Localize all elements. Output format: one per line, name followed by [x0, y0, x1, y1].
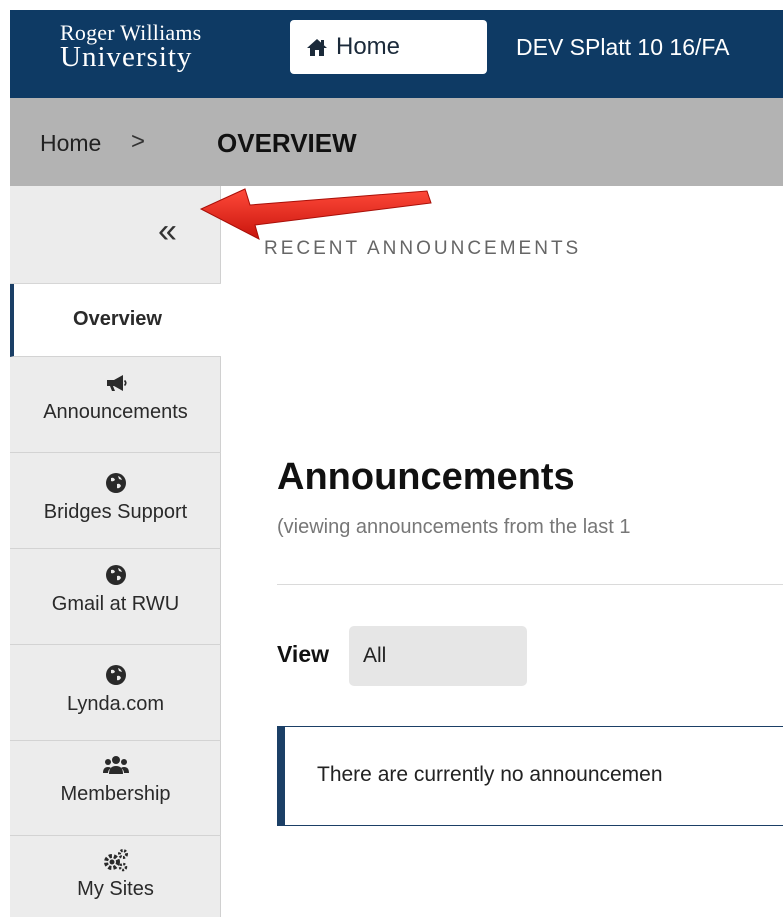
house-icon [307, 39, 327, 56]
sidebar-item-label: Overview [73, 308, 162, 330]
breadcrumb-separator: > [131, 128, 146, 155]
empty-announcements-notice: There are currently no announcemen [277, 726, 783, 826]
empty-message-text: There are currently no announcemen [317, 763, 663, 786]
announcements-title: Announcements [277, 456, 575, 498]
sidebar-item-label: Announcements [43, 401, 188, 423]
sidebar-item-label: My Sites [77, 878, 154, 900]
home-button[interactable]: Home [290, 20, 487, 74]
globe-icon [105, 565, 126, 585]
breadcrumb-current: OVERVIEW [217, 128, 357, 158]
sidebar-item-label: Gmail at RWU [51, 593, 180, 615]
red-arrow-annotation [199, 188, 432, 240]
collapse-sidebar-button[interactable]: « [10, 186, 221, 284]
sidebar-item-my-sites[interactable]: My Sites [10, 836, 221, 917]
home-button-label: Home [336, 33, 401, 60]
university-logo[interactable]: Roger Williams University [60, 22, 201, 72]
sidebar-item-membership[interactable]: Membership [10, 741, 221, 836]
globe-icon [105, 473, 126, 493]
tool-sidebar: « Overview Announcements Bridges Support… [10, 186, 221, 917]
sidebar-item-label: Membership [60, 783, 171, 805]
sidebar-item-gmail[interactable]: Gmail at RWU [10, 549, 221, 645]
announcements-subtitle: (viewing announcements from the last 1 [277, 516, 631, 538]
gears-icon [103, 849, 128, 872]
sidebar-item-lynda[interactable]: Lynda.com [10, 645, 221, 741]
breadcrumb: Home > OVERVIEW [10, 98, 783, 186]
sidebar-item-label: Bridges Support [43, 501, 188, 523]
users-icon [102, 756, 129, 774]
sidebar-item-label: Lynda.com [66, 693, 165, 715]
view-select[interactable]: All [349, 626, 527, 686]
site-header: Roger Williams University Home DEV SPlat… [10, 10, 783, 98]
sidebar-item-overview[interactable]: Overview [10, 284, 221, 357]
view-label: View [277, 641, 329, 667]
section-divider [277, 584, 783, 585]
globe-icon [105, 665, 126, 685]
site-title-tab[interactable]: DEV SPlatt 10 16/FA [516, 34, 730, 61]
top-strip [0, 0, 783, 10]
megaphone-icon [106, 375, 127, 391]
logo-line-2: University [60, 41, 193, 73]
sidebar-item-announcements[interactable]: Announcements [10, 357, 221, 453]
breadcrumb-home-link[interactable]: Home [40, 130, 101, 157]
sidebar-item-bridges-support[interactable]: Bridges Support [10, 453, 221, 549]
double-chevron-left-icon: « [158, 212, 177, 250]
